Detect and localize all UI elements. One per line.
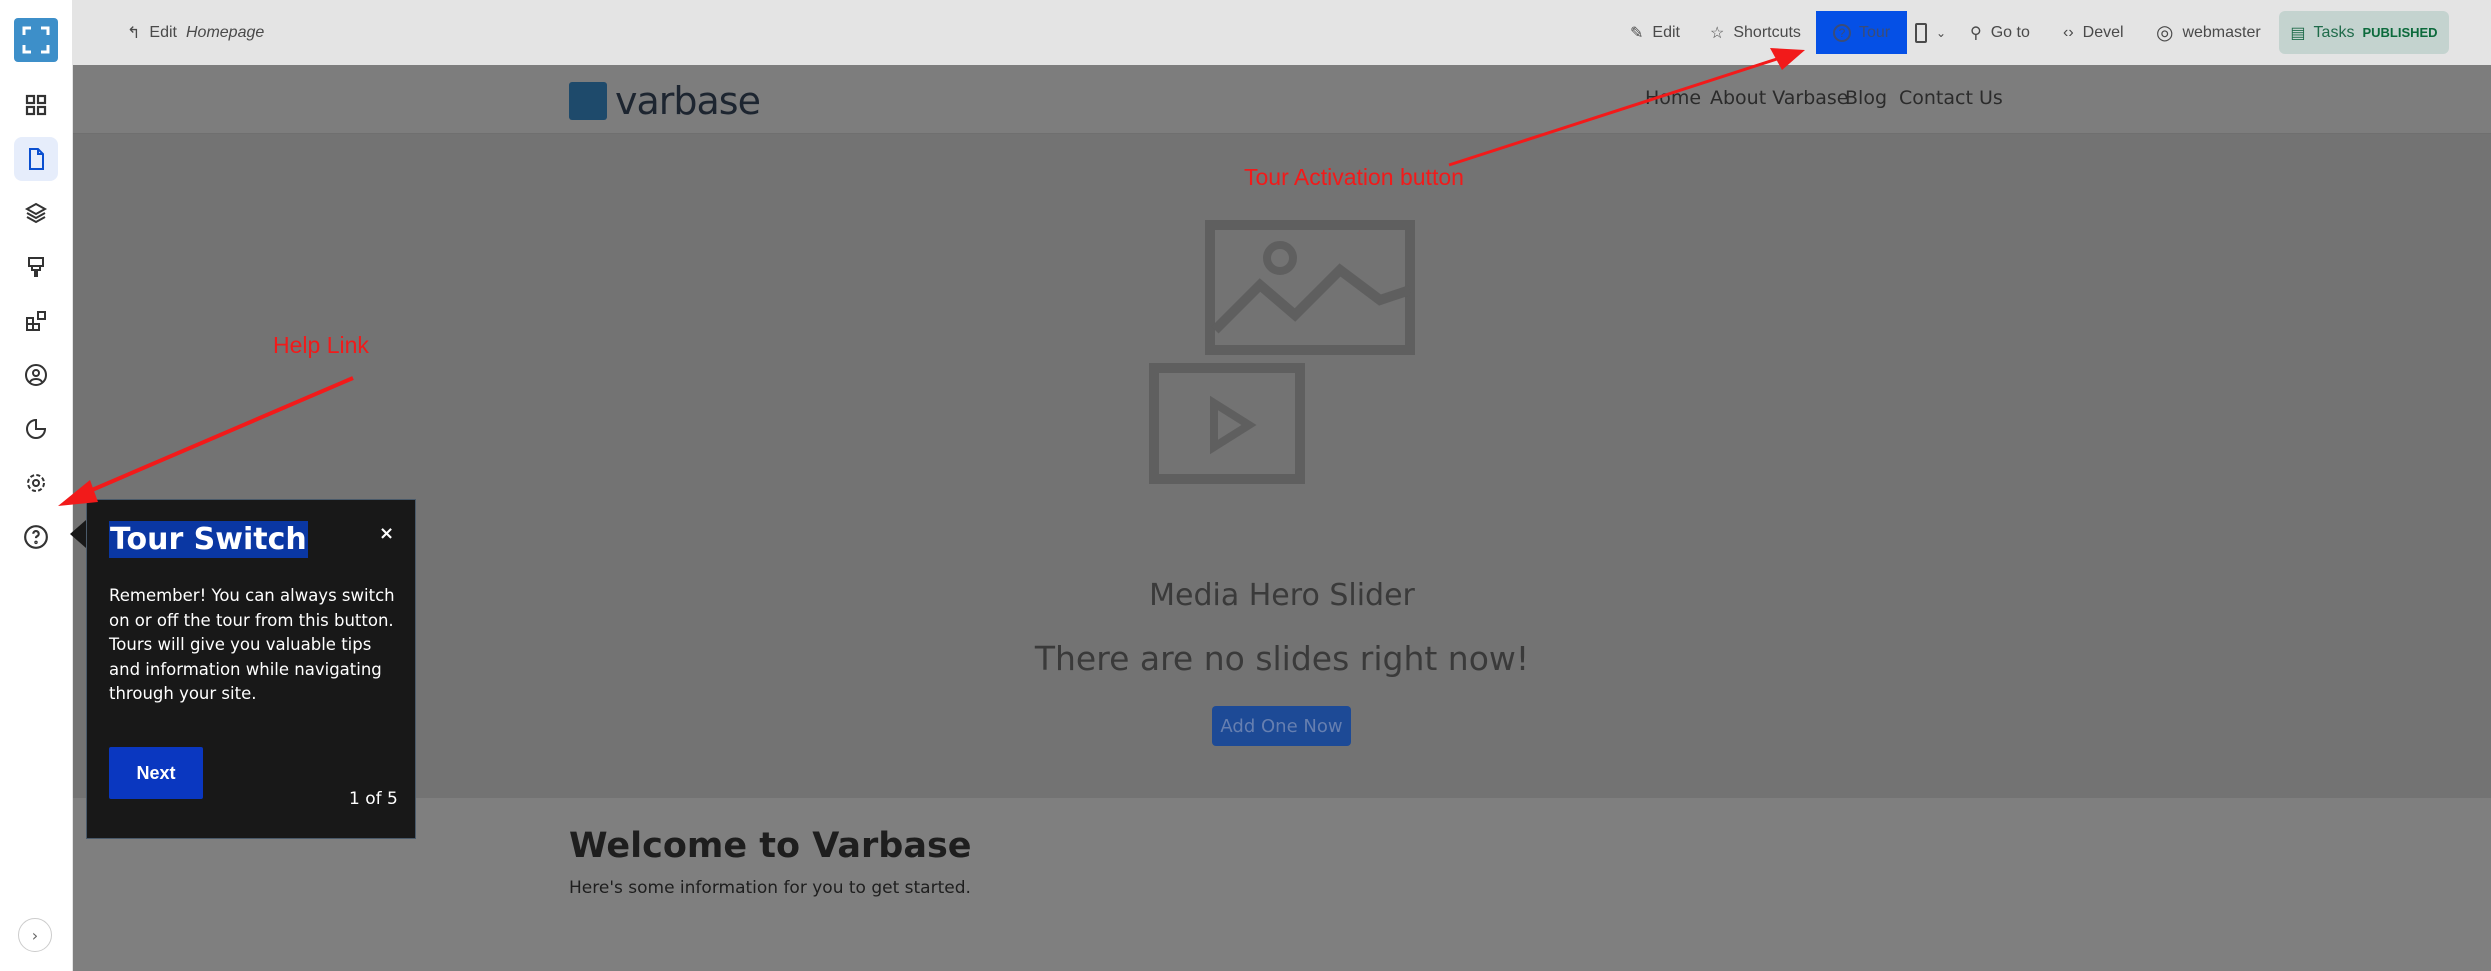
tooltip-pointer [70, 520, 86, 548]
configuration-icon[interactable] [14, 461, 58, 505]
people-icon[interactable] [14, 353, 58, 397]
back-label: Edit [149, 23, 177, 41]
reports-icon[interactable] [14, 407, 58, 451]
dashboard-icon[interactable] [14, 83, 58, 127]
welcome-intro: Here's some information for you to get s… [569, 878, 971, 898]
expand-sidebar-button[interactable]: › [18, 918, 52, 952]
star-icon: ☆ [1710, 24, 1725, 42]
shortcuts-label: Shortcuts [1733, 23, 1801, 41]
goto-button[interactable]: ⚲ Go to [1970, 0, 2030, 65]
image-placeholder-icon [1205, 220, 1415, 355]
tour-tooltip: Tour Switch × Remember! You can always s… [86, 499, 416, 839]
tour-label: Tour [1858, 23, 1891, 41]
user-label: webmaster [2182, 23, 2261, 41]
nav-home[interactable]: Home [1645, 87, 1701, 109]
close-icon[interactable]: × [379, 523, 394, 544]
site-header: varbase Home About Varbase Blog Contact … [73, 65, 2491, 133]
devel-label: Devel [2082, 23, 2124, 41]
hero-title: Media Hero Slider [1149, 578, 1415, 613]
extend-icon[interactable] [14, 299, 58, 343]
top-toolbar [73, 0, 2491, 65]
nav-blog[interactable]: Blog [1845, 87, 1887, 109]
site-logo-text: varbase [615, 79, 761, 123]
tasks-label: Tasks [2313, 23, 2355, 41]
page-name: Homepage [185, 23, 265, 41]
code-icon: ‹› [2063, 23, 2074, 41]
video-placeholder-icon [1149, 363, 1305, 484]
help-icon[interactable] [14, 515, 58, 559]
shortcuts-button[interactable]: ☆ Shortcuts [1710, 0, 1801, 65]
varbase-logo-icon [569, 82, 607, 120]
device-preview-button[interactable]: ⌄ [1915, 0, 1946, 65]
next-button[interactable]: Next [109, 747, 203, 799]
pencil-icon: ✎ [1630, 24, 1644, 42]
edit-label: Edit [1652, 23, 1680, 41]
goto-label: Go to [1990, 23, 2030, 41]
content-icon[interactable] [14, 137, 58, 181]
user-menu-button[interactable]: ◎ webmaster [2156, 0, 2261, 65]
chevron-right-icon: › [31, 925, 39, 945]
back-arrow-icon: ↰ [127, 24, 141, 42]
tour-step-counter: 1 of 5 [349, 789, 398, 809]
nav-about[interactable]: About Varbase [1710, 87, 1848, 109]
edit-button[interactable]: ✎ Edit [1630, 0, 1680, 65]
tasks-icon: ▤ [2290, 24, 2306, 42]
status-badge: PUBLISHED [2362, 25, 2438, 40]
devel-button[interactable]: ‹› Devel [2063, 0, 2124, 65]
mobile-device-icon [1915, 22, 1927, 43]
user-icon: ◎ [2156, 22, 2174, 44]
site-logo[interactable]: varbase [569, 79, 761, 123]
welcome-heading: Welcome to Varbase [569, 826, 972, 866]
tour-tooltip-title: Tour Switch [109, 521, 308, 558]
chevron-down-icon: ⌄ [1936, 25, 1947, 40]
varbase-logo-icon[interactable] [14, 18, 58, 62]
tasks-button[interactable]: ▤ Tasks PUBLISHED [2279, 11, 2449, 54]
back-to-edit-link[interactable]: ↰ Edit Homepage [127, 0, 264, 65]
tour-annotation: Tour Activation button [1244, 164, 1464, 190]
add-slide-button[interactable]: Add One Now [1212, 706, 1351, 746]
admin-sidebar: › [0, 0, 73, 971]
appearance-icon[interactable] [14, 245, 58, 289]
media-hero-slider: Media Hero Slider There are no slides ri… [73, 133, 2491, 798]
help-annotation: Help Link [273, 332, 369, 358]
tour-tooltip-body: Remember! You can always switch on or of… [109, 586, 395, 703]
content-area: Welcome to Varbase Here's some informati… [73, 798, 2491, 971]
search-icon: ⚲ [1970, 24, 1982, 42]
help-circle-icon: ? [1832, 23, 1851, 42]
tour-button[interactable]: ? Tour [1816, 11, 1907, 54]
nav-contact[interactable]: Contact Us [1899, 87, 2003, 109]
structure-icon[interactable] [14, 191, 58, 235]
hero-empty-message: There are no slides right now! [1034, 639, 1530, 678]
